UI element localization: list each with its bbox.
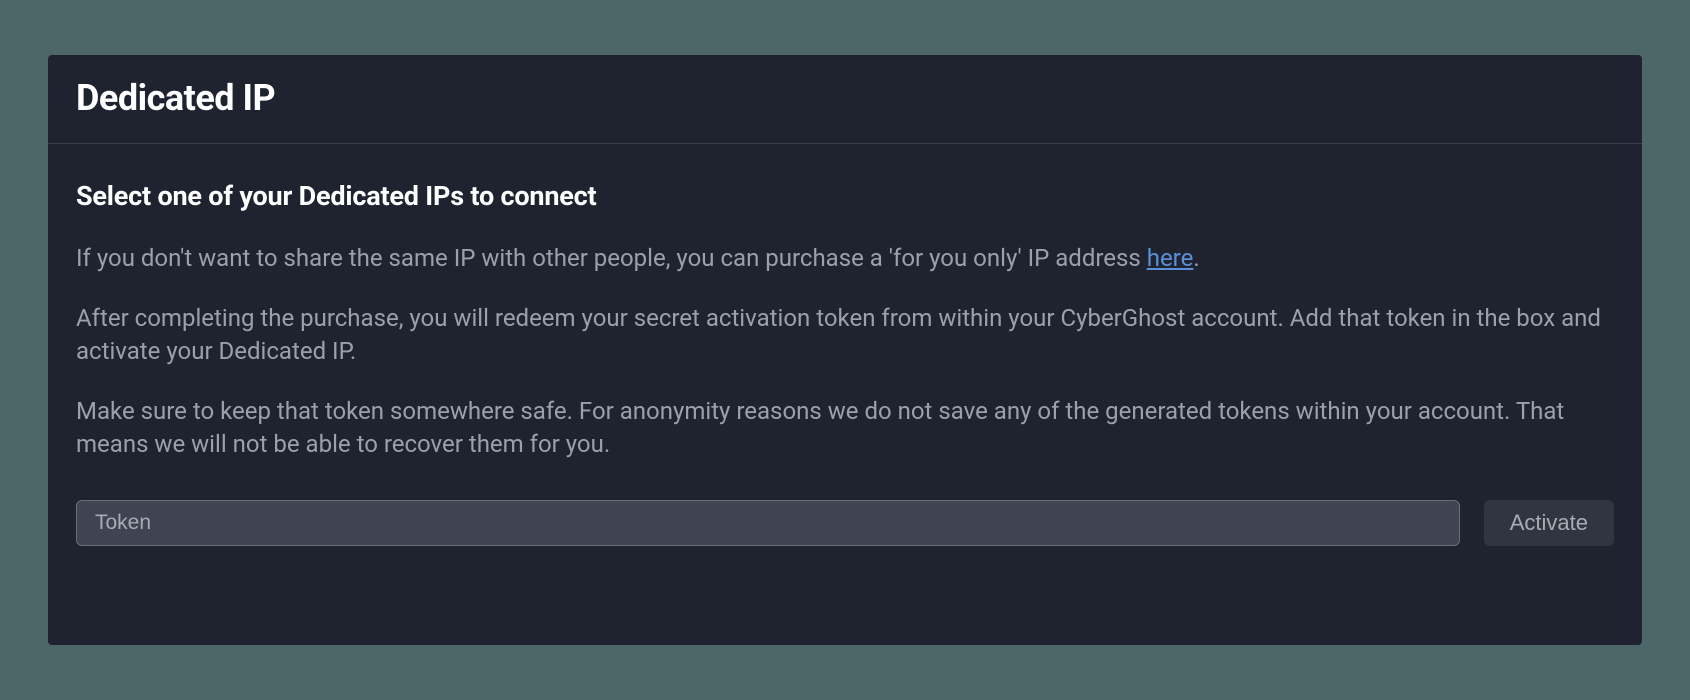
purchase-link[interactable]: here: [1147, 244, 1194, 272]
description-paragraph-2: After completing the purchase, you will …: [76, 302, 1614, 367]
description-paragraph-3: Make sure to keep that token somewhere s…: [76, 395, 1614, 460]
panel-header: Dedicated IP: [48, 55, 1642, 144]
paragraph-text: If you don't want to share the same IP w…: [76, 244, 1147, 272]
description-paragraph-1: If you don't want to share the same IP w…: [76, 242, 1614, 274]
page-title: Dedicated IP: [76, 77, 1614, 119]
description-block: If you don't want to share the same IP w…: [76, 242, 1614, 460]
section-subtitle: Select one of your Dedicated IPs to conn…: [76, 180, 1614, 212]
dedicated-ip-panel: Dedicated IP Select one of your Dedicate…: [48, 55, 1642, 645]
token-input[interactable]: [76, 500, 1460, 546]
paragraph-text: .: [1193, 244, 1199, 272]
token-form-row: Activate: [76, 500, 1614, 546]
activate-button[interactable]: Activate: [1484, 500, 1614, 546]
panel-body: Select one of your Dedicated IPs to conn…: [48, 144, 1642, 574]
